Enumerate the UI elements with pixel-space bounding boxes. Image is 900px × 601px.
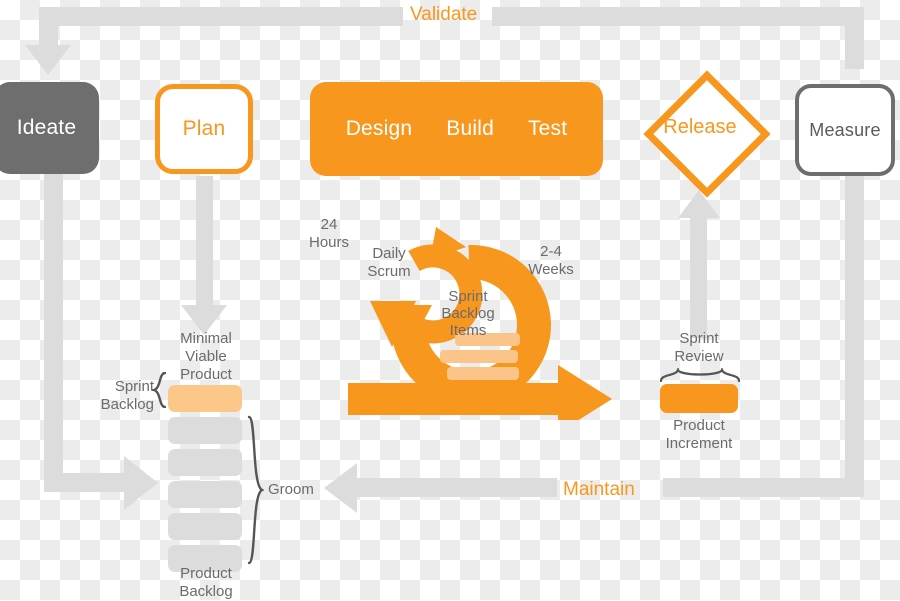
stage-design-build-test[interactable]: Design Build Test	[310, 82, 603, 176]
stage-measure-label: Measure	[809, 119, 881, 140]
stage-plan-label: Plan	[182, 117, 226, 140]
backlog-item-product[interactable]	[168, 449, 242, 476]
validate-path-right-corner	[845, 7, 864, 69]
product-increment-bar[interactable]	[660, 384, 738, 413]
groom-label: Groom	[268, 481, 314, 498]
sprint-backlog-label: Sprint Backlog	[100, 378, 154, 413]
product-increment-label: Product Increment	[665, 417, 733, 452]
sprint-duration-label: 2-4 Weeks	[528, 243, 574, 278]
stage-plan[interactable]: Plan	[155, 84, 253, 174]
minimal-viable-product-label: Minimal Viable Product	[180, 330, 232, 383]
stage-release-label: Release	[663, 115, 737, 138]
ideate-down-line	[44, 174, 63, 492]
backlog-item-product[interactable]	[168, 513, 242, 540]
increment-up-arrowhead	[678, 190, 720, 218]
maintain-path-left-segment	[357, 478, 557, 497]
groom-brace	[246, 415, 265, 565]
stage-ideate-label: Ideate	[16, 116, 77, 139]
increment-up-line	[690, 218, 707, 338]
sprint-backlog-items-label: Sprint Backlog Items	[441, 288, 495, 339]
sprint-backlog-brace	[149, 371, 167, 409]
stage-measure[interactable]: Measure	[795, 84, 895, 176]
maintain-path-right-segment	[663, 478, 864, 497]
stage-release[interactable]: Release	[643, 68, 771, 198]
validate-path-right-segment	[492, 7, 864, 26]
stage-build-label: Build	[446, 117, 494, 140]
backlog-stack	[168, 385, 244, 577]
validate-path-arrowhead	[25, 45, 71, 75]
maintain-path-arrowhead	[324, 463, 357, 513]
plan-down-line	[196, 176, 213, 311]
backlog-item-product[interactable]	[168, 417, 242, 444]
daily-scrum-duration-label: 24 Hours	[308, 216, 349, 251]
stage-test-label: Test	[527, 117, 568, 140]
daily-scrum-label: Daily Scrum	[367, 245, 411, 280]
validate-edge-label: Validate	[410, 4, 478, 25]
sprint-review-label: Sprint Review	[674, 330, 724, 365]
stage-design-label: Design	[345, 117, 413, 140]
backlog-item-sprint[interactable]	[168, 385, 242, 412]
product-backlog-label: Product Backlog	[179, 565, 233, 600]
maintain-edge-label: Maintain	[563, 479, 635, 500]
validate-path-left-corner	[39, 7, 58, 47]
validate-path-left-segment	[48, 7, 403, 26]
ideate-to-backlog-line	[44, 473, 126, 492]
diagram-canvas: Validate Ideate Plan Design Build Test R…	[0, 0, 900, 600]
stage-ideate[interactable]: Ideate	[0, 82, 99, 174]
ideate-to-backlog-arrowhead	[124, 456, 158, 510]
backlog-item-product[interactable]	[168, 481, 242, 508]
sprint-review-brace	[659, 366, 741, 383]
measure-down-line	[845, 176, 864, 488]
